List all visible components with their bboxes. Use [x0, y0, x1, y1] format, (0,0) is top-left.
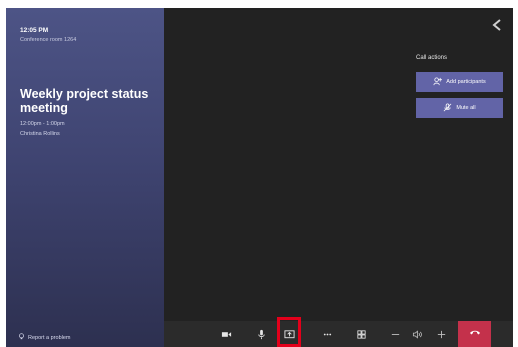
- call-actions-heading: Call actions: [416, 55, 448, 61]
- microphone-icon[interactable]: [248, 321, 274, 347]
- meeting-info-panel: 12:05 PM Conference room 1264 Weekly pro…: [6, 8, 164, 347]
- speaker-icon: [404, 321, 430, 347]
- room-name: Conference room 1264: [20, 37, 77, 43]
- clock-time: 12:05 PM: [20, 27, 49, 34]
- report-problem-link[interactable]: Report a problem: [18, 333, 71, 342]
- layout-grid-icon[interactable]: [348, 321, 374, 347]
- mute-all-button[interactable]: Mute all: [416, 98, 503, 118]
- main-stage: Call actions Add participants Mute all: [164, 8, 513, 347]
- microphone-off-icon: [443, 102, 452, 114]
- chevron-left-icon[interactable]: [491, 18, 503, 32]
- meeting-organizer: Christina Rollins: [20, 131, 60, 137]
- meeting-title: Weekly project status meeting: [20, 87, 149, 115]
- lightbulb-icon: [18, 333, 25, 342]
- share-screen-icon[interactable]: [276, 321, 302, 347]
- report-problem-label: Report a problem: [28, 334, 71, 341]
- call-toolbar: [164, 317, 513, 347]
- meeting-time: 12:00pm - 1:00pm: [20, 121, 65, 127]
- video-camera-icon[interactable]: [213, 321, 239, 347]
- more-options-icon[interactable]: [314, 321, 340, 347]
- teams-room-window: 12:05 PM Conference room 1264 Weekly pro…: [6, 8, 513, 347]
- hang-up-icon: [469, 325, 481, 343]
- add-person-icon: [433, 76, 443, 88]
- volume-up-icon[interactable]: [428, 321, 454, 347]
- mute-all-label: Mute all: [456, 105, 476, 111]
- hang-up-button[interactable]: [458, 321, 491, 347]
- add-participants-label: Add participants: [446, 79, 486, 85]
- add-participants-button[interactable]: Add participants: [416, 72, 503, 92]
